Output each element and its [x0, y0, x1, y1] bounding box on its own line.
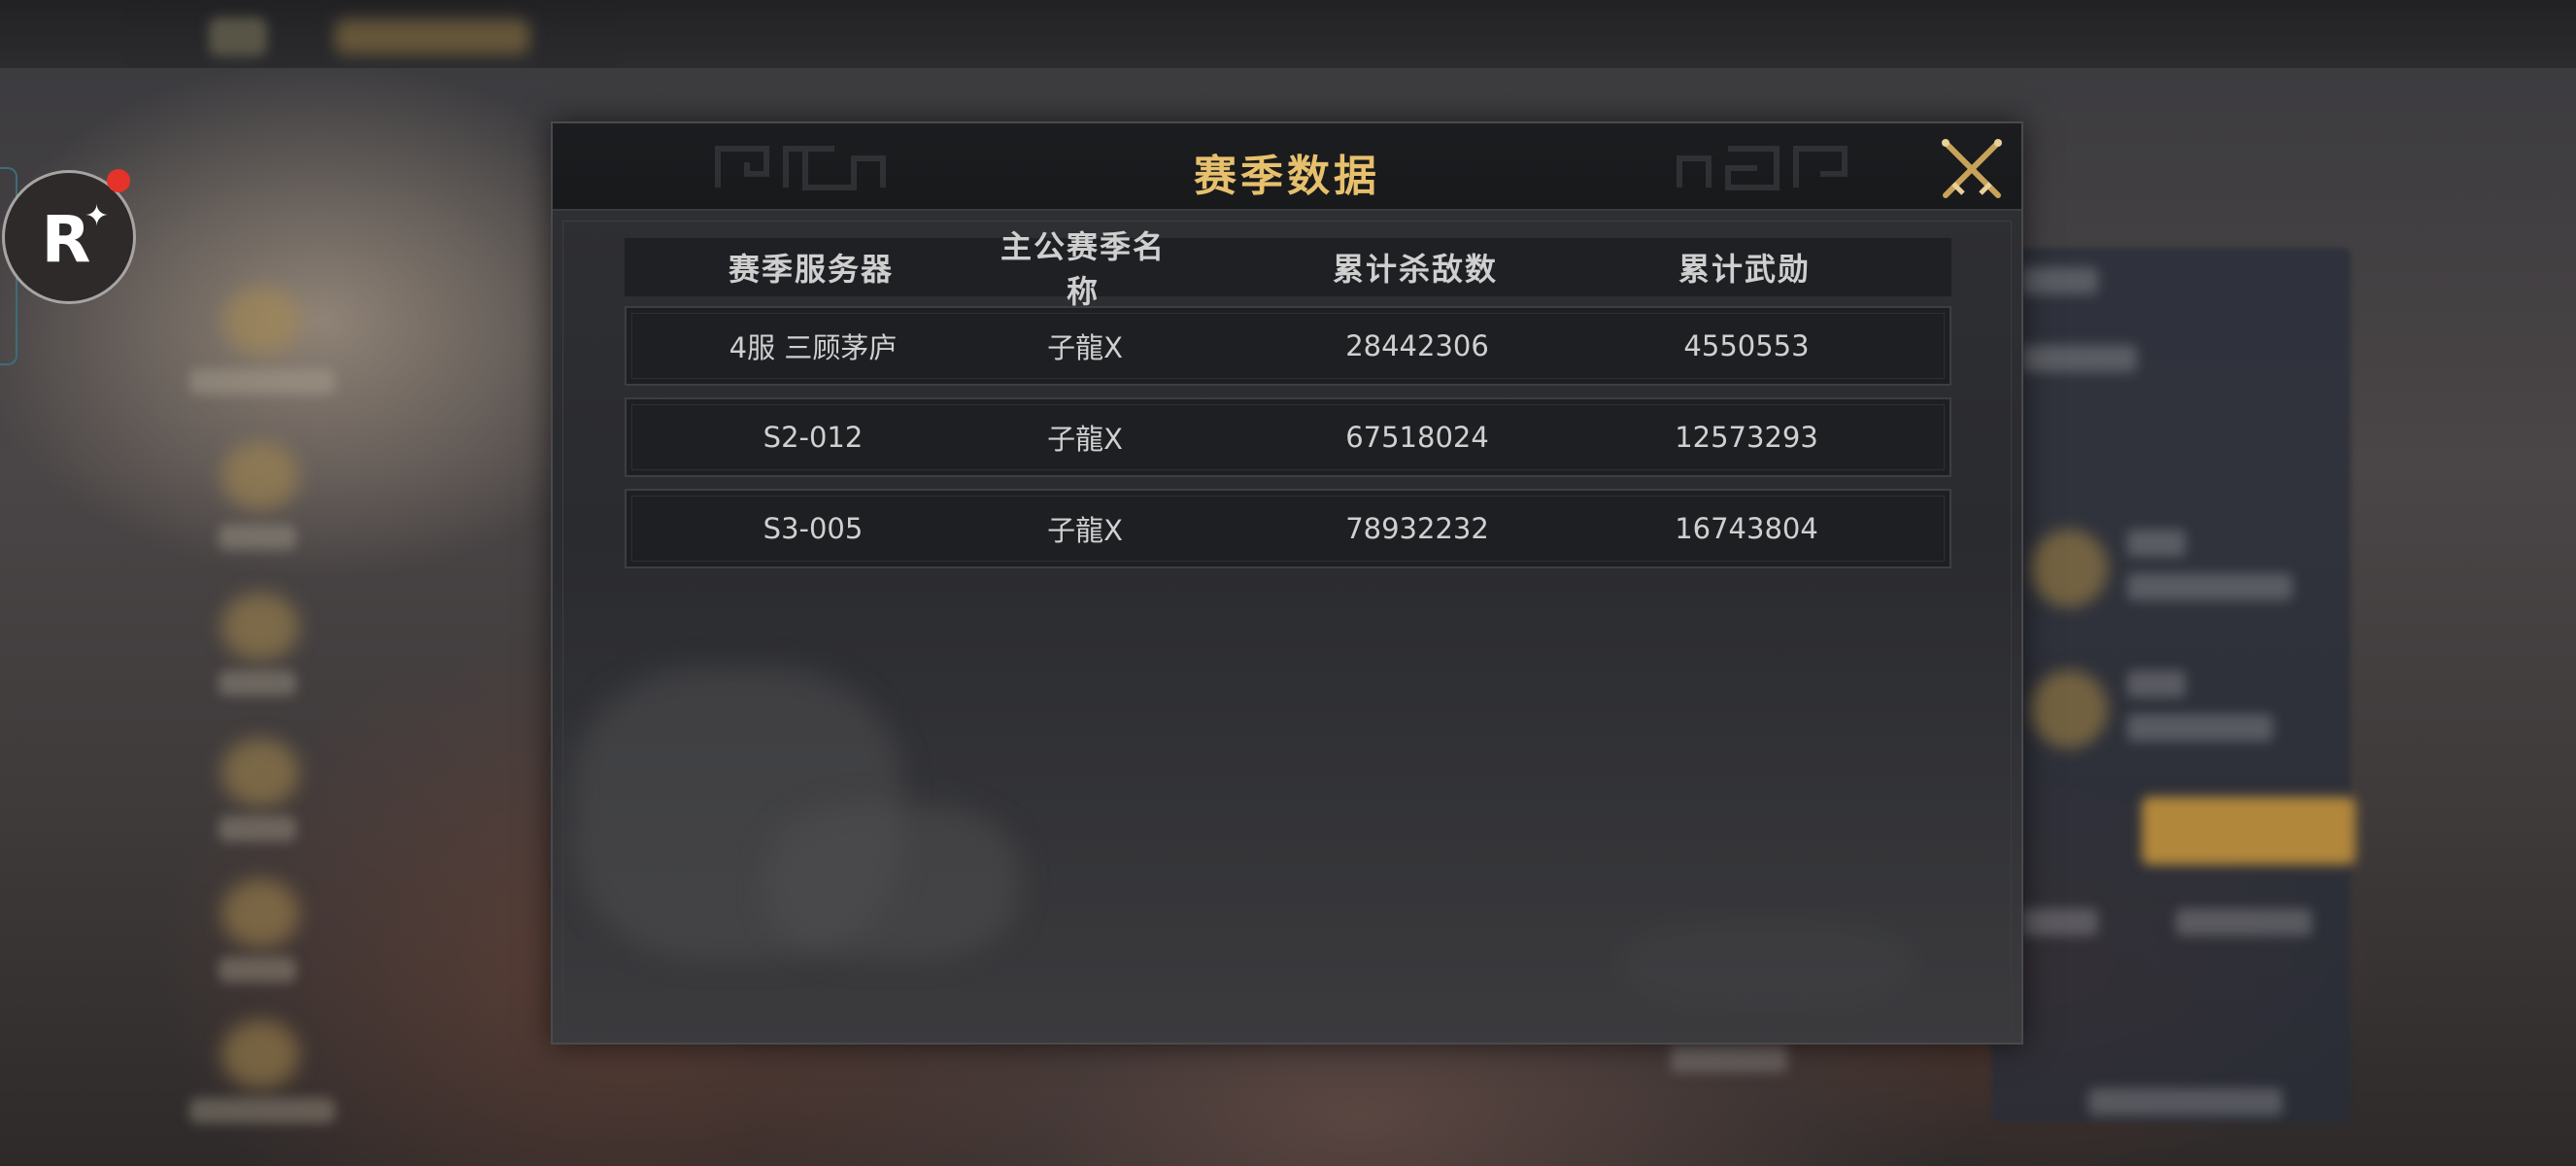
notification-dot [107, 169, 130, 192]
crossed-swords-icon [1942, 139, 2002, 198]
kills-cell: 67518024 [1345, 421, 1489, 454]
dialog-title: 赛季数据 [1194, 152, 1380, 201]
table-row: 4服 三顾茅庐 子龍X 28442306 4550553 [625, 306, 1951, 386]
sparkle-icon: ✦ [85, 199, 110, 233]
table-row: S3-005 子龍X 78932232 16743804 [625, 489, 1951, 568]
server-cell: S2-012 [763, 421, 864, 454]
column-header-server: 赛季服务器 [728, 251, 894, 288]
merit-cell: 12573293 [1675, 421, 1818, 454]
kills-cell: 28442306 [1345, 329, 1489, 362]
badge-letter: R [41, 202, 91, 277]
server-cell: 4服 三顾茅庐 [729, 331, 898, 364]
merit-cell: 4550553 [1683, 329, 1810, 362]
close-button[interactable] [1936, 133, 2008, 205]
dialog-header: 赛季数据 [553, 123, 2021, 211]
table-row: S2-012 子龍X 67518024 12573293 [625, 397, 1951, 477]
column-header-merit: 累计武勋 [1678, 251, 1811, 288]
game-top-bar [0, 0, 2576, 68]
season-data-table: 赛季服务器 主公赛季名称 累计杀敌数 累计武勋 4服 三顾茅庐 子龍X 2844… [625, 228, 1951, 568]
table-header: 赛季服务器 主公赛季名称 累计杀敌数 累计武勋 [625, 228, 1951, 310]
lord-name-cell: 子龍X [1047, 331, 1123, 364]
column-header-kills: 累计杀敌数 [1332, 251, 1498, 288]
server-cell: S3-005 [763, 512, 864, 545]
lord-name-cell: 子龍X [1047, 514, 1123, 547]
season-data-dialog: 赛季数据 赛季服务器 主公赛季名称 累计杀敌数 累计武勋 4服 三顾茅庐 子龍X… [551, 121, 2023, 1045]
column-header-lord-name: 主公赛季名称 [1000, 228, 1166, 310]
merit-cell: 16743804 [1675, 512, 1818, 545]
kills-cell: 78932232 [1345, 512, 1489, 545]
lord-name-cell: 子龍X [1047, 423, 1123, 456]
